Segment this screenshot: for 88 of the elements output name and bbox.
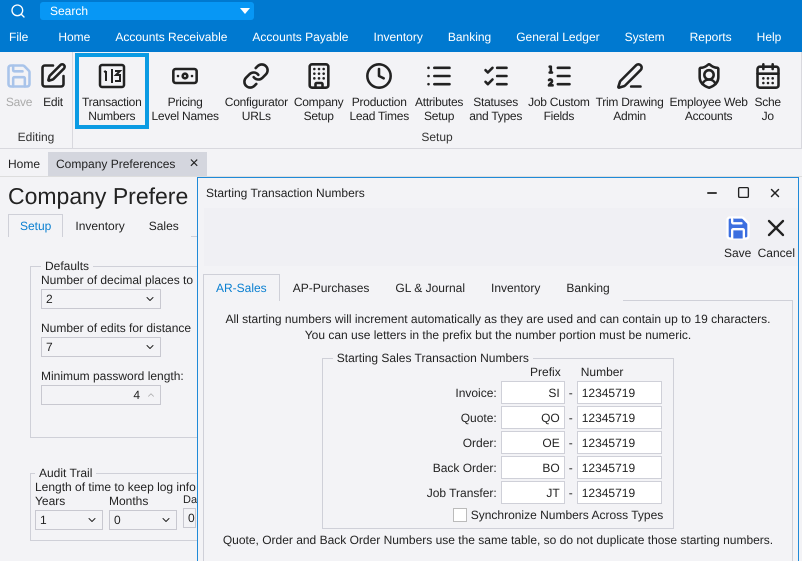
dialog-title: Starting Transaction Numbers <box>206 186 365 200</box>
caret-icon <box>240 8 250 14</box>
prefix-field[interactable]: QO <box>500 406 565 429</box>
menu-item[interactable]: System <box>624 30 665 44</box>
dropdown[interactable]: 7 <box>41 337 161 357</box>
prefix-field[interactable]: OE <box>500 431 565 454</box>
field-label: Minimum password length: <box>41 369 185 383</box>
clock-icon <box>365 62 394 90</box>
column-header: Number <box>580 365 624 379</box>
calendar-icon <box>754 62 782 90</box>
ribbon-button[interactable]: Employee Web Accounts <box>666 53 752 129</box>
menu-item[interactable]: Accounts Receivable <box>115 30 228 44</box>
group-label: Editing <box>16 130 56 144</box>
tab[interactable]: Setup <box>8 214 64 237</box>
number-field[interactable]: 4 <box>41 385 161 405</box>
field-label: Quote: <box>460 410 498 424</box>
column-header: Prefix <box>529 365 562 379</box>
menu-item[interactable]: Help <box>756 30 782 44</box>
menu-item[interactable]: File <box>9 30 28 44</box>
maximize-icon[interactable] <box>737 186 750 199</box>
group-legend: Starting Sales Transaction Numbers <box>332 351 533 365</box>
document-tab[interactable]: Company Preferences × <box>48 152 207 176</box>
menu-item[interactable]: Reports <box>690 30 732 44</box>
document-tab[interactable]: Home <box>0 152 48 176</box>
toolbar-button[interactable]: Save <box>720 208 755 266</box>
separator-text: - <box>568 486 574 500</box>
field-label: Months <box>109 494 150 508</box>
ribbon-button[interactable]: Trim Drawing Admin <box>592 53 668 129</box>
menu-item[interactable]: Inventory <box>373 30 423 44</box>
checkbox-label: Synchronize Numbers Across Types <box>470 508 664 522</box>
separator-text: - <box>568 386 574 400</box>
menu-item[interactable]: Accounts Payable <box>252 30 348 44</box>
field-label: Length of time to keep log info <box>35 480 197 494</box>
number-field[interactable]: 12345719 <box>576 456 662 479</box>
number-field[interactable]: 12345719 <box>576 406 662 429</box>
group-legend: Defaults <box>41 259 94 273</box>
field-label: Years <box>35 494 66 508</box>
edit-icon <box>39 62 67 90</box>
ribbon-button[interactable]: Configurator URLs <box>220 53 292 129</box>
close-icon[interactable] <box>768 186 782 200</box>
field-label: Back Order: <box>432 460 498 474</box>
info-text: You can use letters in the prefix but the number portion must be numeric. <box>304 327 692 343</box>
number-field[interactable]: 12345719 <box>576 381 662 404</box>
pen-icon <box>616 62 644 90</box>
checkbox[interactable] <box>452 508 467 522</box>
dropdown[interactable]: 2 <box>41 289 161 309</box>
separator-text: - <box>568 410 574 424</box>
close-icon[interactable]: × <box>189 155 199 173</box>
ribbon-button[interactable]: Company Setup <box>290 53 348 129</box>
dropdown[interactable]: 0 <box>109 510 177 530</box>
ribbon-button[interactable]: Pricing Level Names <box>148 53 223 129</box>
ribbon-button[interactable]: Job Custom Fields <box>524 53 594 129</box>
toolbar-button[interactable]: Cancel <box>754 208 798 266</box>
ribbon-button[interactable]: Statuses and Types <box>465 53 526 129</box>
ribbon-button[interactable]: Production Lead Times <box>345 53 413 129</box>
dropdown[interactable]: 1 <box>35 510 103 530</box>
field-label: Number of edits for distance <box>41 321 192 335</box>
field-label: Number of decimal places to <box>41 273 194 287</box>
save-icon <box>5 62 33 90</box>
number-field[interactable]: 12345719 <box>576 481 662 504</box>
group-label: Setup <box>420 130 454 144</box>
separator-text: - <box>568 460 574 474</box>
group-legend: Audit Trail <box>35 466 96 480</box>
prefix-field[interactable]: SI <box>500 381 565 404</box>
ribbon-button[interactable]: Sche Jo <box>750 53 786 129</box>
field-label: Da <box>183 494 198 506</box>
tab[interactable]: AR-Sales <box>203 274 280 301</box>
menu-item[interactable]: Home <box>58 30 90 44</box>
menu-item[interactable]: Banking <box>448 30 492 44</box>
ribbon-button[interactable]: Edit <box>35 53 71 115</box>
separator-text: - <box>568 436 574 450</box>
field-label: Invoice: <box>454 386 498 400</box>
menu-item[interactable]: General Ledger <box>516 30 600 44</box>
ribbon-button[interactable]: Transaction Numbers <box>75 53 148 129</box>
save-icon <box>724 214 752 242</box>
note-text: Quote, Order and Back Order Numbers use the same table, so do not duplicate those starting numbers. <box>222 533 774 547</box>
number-icon <box>98 63 126 89</box>
number-field[interactable]: 12345719 <box>576 431 662 454</box>
page-title: Company Prefere <box>8 183 188 210</box>
search-icon[interactable] <box>10 3 26 19</box>
prefix-field[interactable]: JT <box>500 481 565 504</box>
prefix-field[interactable]: BO <box>500 456 565 479</box>
info-text: All starting numbers will increment automatically as they are used and can contain up to 19 characters. <box>226 311 770 327</box>
ribbon-button[interactable]: Attributes Setup <box>410 53 468 129</box>
dropdown[interactable]: 0 <box>183 508 196 528</box>
field-label: Job Transfer: <box>426 486 498 500</box>
link-icon <box>242 62 270 90</box>
field-label: Order: <box>462 436 498 450</box>
